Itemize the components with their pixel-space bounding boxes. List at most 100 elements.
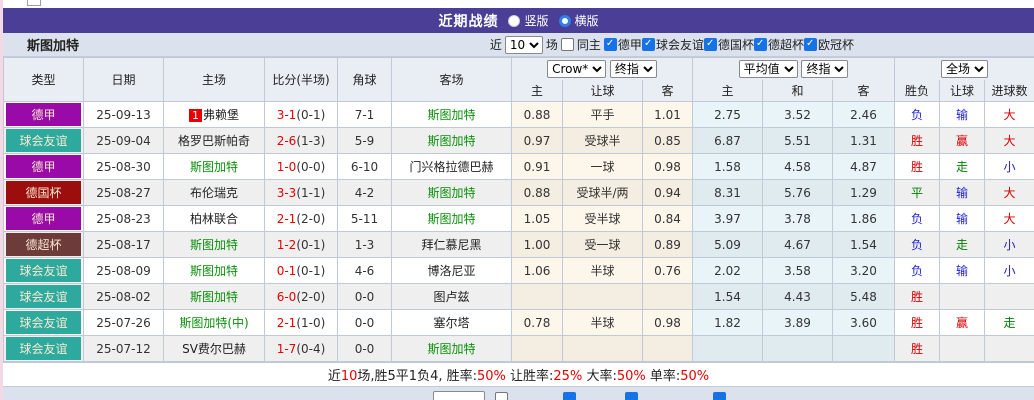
table-row: 德国杯 25-08-27 布伦瑞克 3-3(1-1) 4-2 斯图加特 0.88 受球半/两 0… <box>3 179 1034 206</box>
league-checkbox[interactable] <box>603 37 617 51</box>
ah-line-cell <box>562 283 643 310</box>
score-cell: 2-6(1-3) <box>264 127 338 154</box>
ah-away-odds-cell <box>641 283 694 310</box>
away-team-cell: 拜仁慕尼黑 <box>391 231 512 258</box>
league-type-cell: 德超杯 <box>3 231 84 258</box>
col-header-wdl: 胜负 <box>894 79 941 102</box>
avg-away-odds-cell: 1.86 <box>832 205 896 232</box>
wdl-result-cell: 胜 <box>894 153 941 180</box>
league-type-cell: 德甲 <box>3 153 84 180</box>
ah-line-cell: 受球半 <box>562 127 643 154</box>
league-filter-item: 德甲 <box>603 36 642 53</box>
avg-away-odds-cell: 3.60 <box>832 309 896 336</box>
date-cell: 25-08-17 <box>83 231 164 258</box>
league-type-cell: 球会友谊 <box>3 257 84 284</box>
cutoff-checkbox-fragment[interactable] <box>713 392 726 400</box>
away-team-cell: 塞尔塔 <box>391 309 512 336</box>
league-filter-item: 欧冠杯 <box>803 36 854 53</box>
handicap-result-cell: 输 <box>939 179 986 206</box>
league-checkbox[interactable] <box>753 37 767 51</box>
avg-draw-odds-cell <box>762 335 834 362</box>
score-cell: 2-1(1-0) <box>264 309 338 336</box>
fullmatch-select[interactable]: 全场 <box>941 59 989 78</box>
handicap-result-cell: 走 <box>939 153 986 180</box>
ah-home-odds-cell: 0.88 <box>511 179 563 206</box>
avg-draw-odds-cell: 3.89 <box>762 309 834 336</box>
home-team-cell: 柏林联合 <box>163 205 265 232</box>
euro-odds-selector-group: 平均值 终指 <box>692 57 896 80</box>
match-count-select[interactable]: 10 <box>504 35 543 54</box>
radio-horizontal-layout[interactable]: 横版 <box>558 12 599 29</box>
ah-away-odds-cell: 0.76 <box>641 257 694 284</box>
home-team-cell: 斯图加特 <box>163 231 265 258</box>
samehost-checkbox[interactable] <box>560 38 574 51</box>
avg-home-odds-cell: 5.09 <box>692 231 764 258</box>
avg-home-odds-cell: 1.54 <box>692 283 764 310</box>
handicap-result-cell: 输 <box>939 205 986 232</box>
away-team-cell: 斯图加特 <box>391 205 512 232</box>
bookmaker-select[interactable]: Crow* <box>547 59 607 78</box>
league-filter-item: 德超杯 <box>753 36 804 53</box>
wdl-result-cell: 负 <box>894 101 941 128</box>
league-label: 德国杯 <box>717 37 754 52</box>
top-strip <box>3 0 1034 8</box>
avg-away-odds-cell: 1.31 <box>832 127 896 154</box>
league-checkbox[interactable] <box>703 37 717 51</box>
avg-home-odds-cell: 2.75 <box>692 101 764 128</box>
cutoff-checkbox-fragment[interactable] <box>563 392 576 400</box>
cutoff-checkbox-fragment[interactable] <box>625 392 638 400</box>
radio-vertical-layout[interactable]: 竖版 <box>508 12 549 29</box>
final-odds-select-2[interactable]: 终指 <box>801 59 849 78</box>
avg-draw-odds-cell: 5.51 <box>762 127 834 154</box>
bottom-cutoff-strip <box>3 386 1034 400</box>
ah-away-odds-cell: 0.85 <box>641 127 694 154</box>
league-type-cell: 球会友谊 <box>3 335 84 362</box>
corner-cell: 5-9 <box>337 127 392 154</box>
near-label: 近 <box>489 38 502 52</box>
date-cell: 25-08-09 <box>83 257 164 284</box>
radio-label: 竖版 <box>524 14 549 28</box>
date-cell: 25-08-02 <box>83 283 164 310</box>
home-team-cell: SV费尔巴赫 <box>163 335 265 362</box>
col-header-ah-away: 客 <box>641 79 694 102</box>
score-cell: 1-0(0-0) <box>264 153 338 180</box>
radio-icon[interactable] <box>558 14 571 27</box>
date-cell: 25-08-30 <box>83 153 164 180</box>
cutoff-checkbox-fragment[interactable] <box>495 392 508 400</box>
handicap-result-cell: 赢 <box>939 127 986 154</box>
goals-result-cell: 大 <box>984 179 1034 206</box>
results-table: 类型 日期 主场 比分(半场) 角球 客场 Crow* 终指 平均值 终指 全场 <box>3 57 1034 362</box>
ah-home-odds-cell: 1.00 <box>511 231 563 258</box>
avg-home-odds-cell: 1.82 <box>692 309 764 336</box>
handicap-result-cell: 输 <box>939 101 986 128</box>
league-label: 德甲 <box>617 37 642 52</box>
wdl-result-cell: 负 <box>894 231 941 258</box>
league-checkbox[interactable] <box>641 37 655 51</box>
avg-away-odds-cell: 5.48 <box>832 283 896 310</box>
goals-result-cell: 小 <box>984 257 1034 284</box>
score-cell: 1-2(0-1) <box>264 231 338 258</box>
avg-draw-odds-cell: 5.76 <box>762 179 834 206</box>
score-cell: 1-7(0-4) <box>264 335 338 362</box>
col-header-score: 比分(半场) <box>264 57 338 102</box>
away-team-cell: 图卢兹 <box>391 283 512 310</box>
avg-home-odds-cell <box>692 335 764 362</box>
final-odds-select-1[interactable]: 终指 <box>609 59 657 78</box>
table-row: 球会友谊 25-09-04 格罗巴斯帕奇 2-6(1-3) 5-9 斯图加特 0.97 受球半… <box>3 127 1034 154</box>
cutoff-select-fragment[interactable] <box>433 391 485 400</box>
average-select[interactable]: 平均值 <box>738 59 798 78</box>
handicap-result-cell: 走 <box>939 231 986 258</box>
league-checkbox[interactable] <box>803 37 817 51</box>
table-row: 德超杯 25-08-17 斯图加特 1-2(0-1) 1-3 拜仁慕尼黑 1.00 受一球 0.… <box>3 231 1034 258</box>
radio-icon[interactable] <box>508 14 521 27</box>
table-row: 球会友谊 25-07-26 斯图加特(中) 2-1(1-0) 0-0 塞尔塔 0.78 半球 0… <box>3 309 1034 336</box>
goals-result-cell: 大 <box>984 101 1034 128</box>
ah-line-cell: 受球半/两 <box>562 179 643 206</box>
goals-result-cell: 小 <box>984 231 1034 258</box>
date-cell: 25-08-27 <box>83 179 164 206</box>
ah-home-odds-cell: 1.06 <box>511 257 563 284</box>
table-row: 球会友谊 25-07-12 SV费尔巴赫 1-7(0-4) 0-0 斯图加特 胜 <box>3 335 1034 362</box>
wdl-result-cell: 胜 <box>894 309 941 336</box>
wdl-result-cell: 负 <box>894 257 941 284</box>
title-bar: 近期战绩 竖版 横版 <box>3 8 1034 33</box>
